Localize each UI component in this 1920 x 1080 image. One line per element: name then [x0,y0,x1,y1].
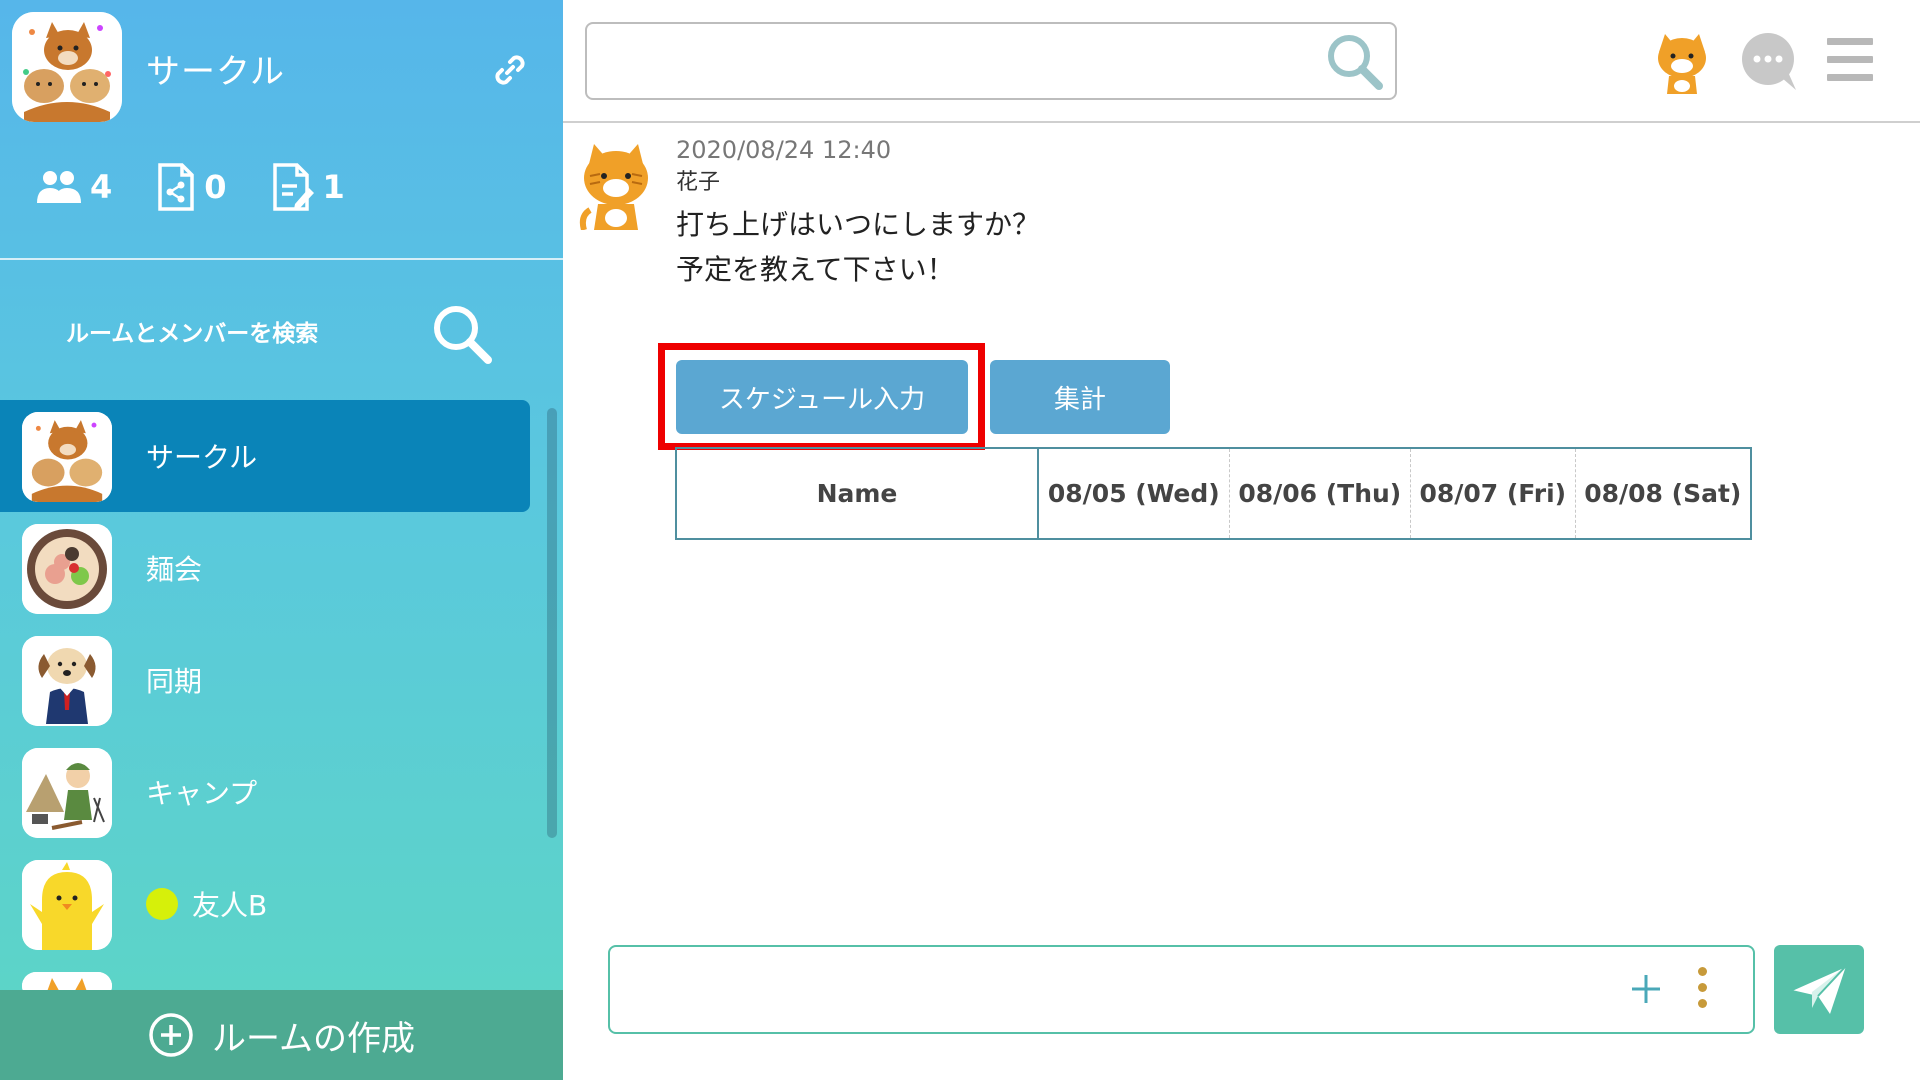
room-item-circle[interactable]: サークル [0,400,530,512]
more-options-icon[interactable] [1694,967,1710,1015]
note-edit-icon [272,163,314,211]
room-name: 同期 [146,665,203,698]
search-icon[interactable] [1321,28,1387,94]
room-list-scrollbar[interactable] [547,408,557,838]
sidebar-divider [0,258,563,260]
plus-circle-icon [149,1013,193,1057]
message-sender: 花子 [676,170,721,195]
members-icon [37,171,81,203]
hamburger-menu-icon[interactable] [1827,38,1873,82]
files-count: 0 [204,168,227,206]
room-avatar-friend-b [22,860,112,950]
members-count: 4 [90,168,113,206]
message-composer [608,945,1755,1034]
attach-plus-icon[interactable] [1626,969,1666,1009]
cat-avatar-icon [579,144,648,231]
message-search-input[interactable] [603,24,1303,94]
room-item-noodle[interactable]: 麺会 [0,512,530,624]
circle-avatar[interactable] [12,12,122,122]
message-input[interactable] [628,957,1588,1023]
table-header-date: 08/06 (Thu) [1228,448,1411,539]
room-member-search[interactable]: ルームとメンバーを検索 [0,262,563,392]
room-avatar-circle [22,412,112,502]
chick-icon [22,860,112,950]
user-profile-icon[interactable] [1651,30,1713,96]
notes-count: 1 [322,168,345,206]
room-name: 友人B [192,889,268,922]
link-icon[interactable] [490,50,530,90]
circle-header: サークル 4 0 1 [0,0,563,258]
search-label: ルームとメンバーを検索 [66,321,319,347]
notes-stat[interactable]: 1 [271,162,345,212]
room-item-colleagues[interactable]: 同期 [0,624,530,736]
room-list: サークル 麺会 同期 キャンプ 友人B [0,400,530,1000]
files-stat[interactable]: 0 [156,162,227,212]
camper-icon [22,748,112,838]
room-avatar-colleagues [22,636,112,726]
shared-file-icon [158,163,195,211]
room-stats: 4 0 1 [36,162,389,212]
schedule-input-button[interactable]: スケジュール入力 [676,360,968,434]
search-icon[interactable] [430,302,494,366]
sender-avatar[interactable] [576,140,656,231]
room-name: 麺会 [146,553,203,586]
room-avatar-noodle [22,524,112,614]
ramen-bowl-icon [22,524,112,614]
send-button[interactable] [1774,945,1864,1034]
room-avatar-camp [22,748,112,838]
create-room-label: ルームの作成 [212,1018,415,1059]
message-timestamp: 2020/08/24 12:40 [676,136,892,164]
online-status-dot [146,888,178,920]
room-name: サークル [146,441,258,474]
top-bar [563,0,1920,123]
group-animals-icon [22,412,112,502]
table-header-name: Name [676,448,1039,539]
create-room-button[interactable]: ルームの作成 [0,990,563,1080]
summary-button[interactable]: 集計 [990,360,1170,434]
group-animals-icon [12,12,122,122]
sidebar: サークル 4 0 1 ルームとメンバーを検索 サークル 麺会 同期 キャンプ 友… [0,0,563,1080]
chat-bubble-icon[interactable] [1738,30,1800,92]
table-header-row: Name 08/05 (Wed) 08/06 (Thu) 08/07 (Fri)… [676,448,1751,539]
message-text-line: 打ち上げはいつにしますか？ [676,208,1041,241]
room-name: キャンプ [146,777,258,810]
table-header-date: 08/07 (Fri) [1409,448,1576,539]
paper-plane-icon [1791,964,1847,1014]
schedule-table: Name 08/05 (Wed) 08/06 (Thu) 08/07 (Fri)… [675,447,1752,540]
circle-title: サークル [146,52,285,92]
room-item-friend-b[interactable]: 友人B [0,848,530,960]
table-header-date: 08/05 (Wed) [1037,448,1230,539]
message-text-line: 予定を教えて下さい！ [676,253,955,286]
message-search-box [585,22,1397,100]
members-stat[interactable]: 4 [36,162,112,212]
table-header-date: 08/08 (Sat) [1574,448,1751,539]
dog-businessman-icon [22,636,112,726]
room-item-camp[interactable]: キャンプ [0,736,530,848]
